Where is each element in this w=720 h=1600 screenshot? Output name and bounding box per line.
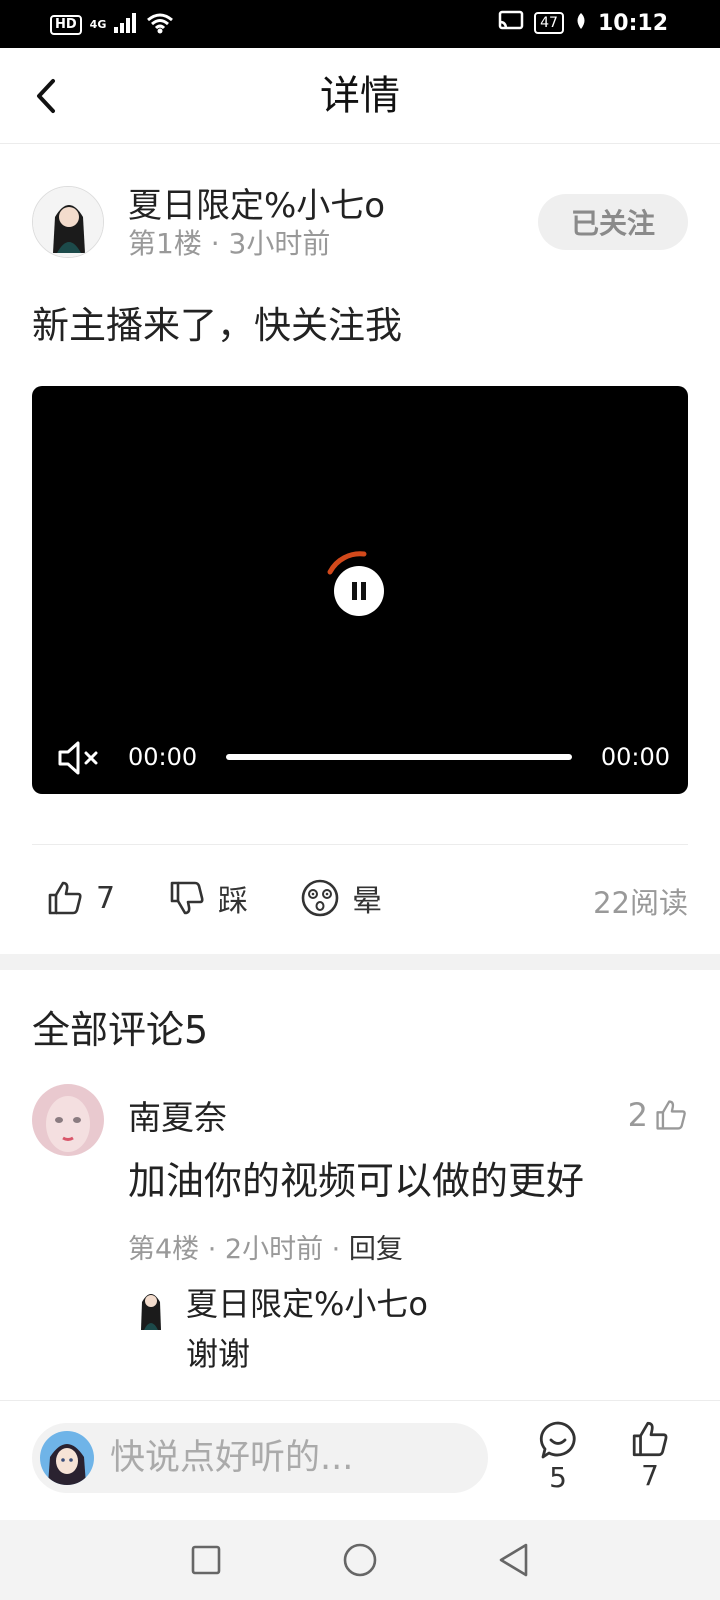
thumbs-down-icon bbox=[170, 881, 204, 915]
dislike-button[interactable]: 踩 bbox=[168, 870, 248, 926]
comment-item: 南夏奈 2 加油你的视频可以做的更好 第4楼 · 2小时前 · 回复 夏日限定%… bbox=[32, 1084, 688, 1384]
reply-author: 夏日限定%小七o bbox=[186, 1285, 428, 1323]
pause-button[interactable] bbox=[334, 566, 384, 616]
section-divider bbox=[0, 954, 720, 970]
dizzy-label: 晕 bbox=[352, 884, 382, 919]
comment-text: 加油你的视频可以做的更好 bbox=[128, 1159, 585, 1203]
comment-count: 5 bbox=[549, 1461, 567, 1494]
pause-icon bbox=[352, 582, 366, 600]
speaker-muted-icon bbox=[58, 741, 98, 775]
video-player[interactable]: 00:00 00:00 bbox=[32, 386, 688, 794]
bottom-like-count: 7 bbox=[641, 1459, 659, 1492]
dizzy-face-icon bbox=[301, 879, 339, 917]
comment-floor-time: 第4楼 · 2小时前 · bbox=[128, 1234, 349, 1265]
mute-button[interactable] bbox=[58, 738, 100, 782]
comment-like-count: 2 bbox=[627, 1096, 648, 1134]
post-actions: 7 踩 晕 22阅读 bbox=[32, 870, 688, 926]
status-left: HD 4G bbox=[50, 12, 174, 38]
total-time: 00:00 bbox=[600, 743, 670, 771]
author-name[interactable]: 夏日限定%小七o bbox=[128, 186, 385, 226]
network-type: 4G bbox=[89, 18, 107, 31]
hd-badge: HD bbox=[50, 15, 82, 35]
follow-button[interactable]: 已关注 bbox=[538, 194, 688, 250]
square-icon bbox=[191, 1545, 221, 1575]
read-count: 22阅读 bbox=[593, 886, 688, 920]
signal-icon bbox=[114, 13, 138, 37]
thumbs-up-icon bbox=[48, 881, 82, 915]
status-bar: HD 4G 47 10:12 bbox=[0, 0, 720, 48]
circle-icon bbox=[343, 1543, 377, 1577]
current-time: 00:00 bbox=[128, 743, 198, 771]
battery-level: 47 bbox=[534, 12, 564, 34]
comment-like-button[interactable]: 2 bbox=[628, 1096, 688, 1134]
bottom-like-button[interactable]: 7 bbox=[620, 1419, 680, 1492]
thumbs-up-icon bbox=[656, 1100, 686, 1130]
leaf-icon bbox=[574, 12, 588, 34]
comment-meta: 第4楼 · 2小时前 · 回复 bbox=[128, 1232, 403, 1268]
reply-avatar bbox=[132, 1284, 170, 1330]
video-progress-bar[interactable] bbox=[226, 754, 572, 760]
reply-block[interactable]: 夏日限定%小七o 谢谢 bbox=[132, 1282, 672, 1382]
system-nav-bar bbox=[0, 1520, 720, 1600]
commenter-name[interactable]: 南夏奈 bbox=[128, 1098, 227, 1138]
post-text: 新主播来了，快关注我 bbox=[32, 304, 402, 347]
comment-input[interactable]: 快说点好听的... bbox=[32, 1423, 488, 1493]
recents-button[interactable] bbox=[186, 1540, 226, 1580]
reply-button[interactable]: 回复 bbox=[349, 1234, 403, 1265]
thumbs-up-icon bbox=[632, 1421, 668, 1457]
dizzy-button[interactable]: 晕 bbox=[300, 870, 382, 926]
post-header: 夏日限定%小七o 第1楼 · 3小时前 已关注 bbox=[32, 186, 688, 262]
clock: 10:12 bbox=[597, 10, 668, 36]
wifi-icon bbox=[146, 12, 174, 38]
cast-icon bbox=[498, 10, 524, 36]
commenter-avatar[interactable] bbox=[32, 1084, 104, 1156]
dislike-label: 踩 bbox=[218, 884, 248, 919]
status-right: 47 10:12 bbox=[498, 10, 668, 36]
like-count: 7 bbox=[96, 880, 116, 916]
comments-button[interactable]: 5 bbox=[528, 1419, 588, 1494]
bottom-bar: 快说点好听的... 5 7 bbox=[0, 1400, 720, 1520]
post-meta: 第1楼 · 3小时前 bbox=[128, 227, 331, 260]
comment-bubble-icon bbox=[539, 1421, 576, 1459]
triangle-back-icon bbox=[499, 1543, 528, 1577]
my-avatar bbox=[40, 1431, 94, 1485]
comment-input-placeholder: 快说点好听的... bbox=[110, 1438, 354, 1478]
page-title: 详情 bbox=[320, 73, 400, 119]
author-avatar[interactable] bbox=[32, 186, 104, 258]
comments-title: 全部评论5 bbox=[32, 1008, 209, 1052]
reply-text: 谢谢 bbox=[186, 1335, 251, 1373]
divider bbox=[32, 844, 688, 845]
system-back-button[interactable] bbox=[494, 1540, 534, 1580]
like-button[interactable]: 7 bbox=[46, 870, 115, 926]
top-bar: 详情 bbox=[0, 48, 720, 144]
home-button[interactable] bbox=[340, 1540, 380, 1580]
